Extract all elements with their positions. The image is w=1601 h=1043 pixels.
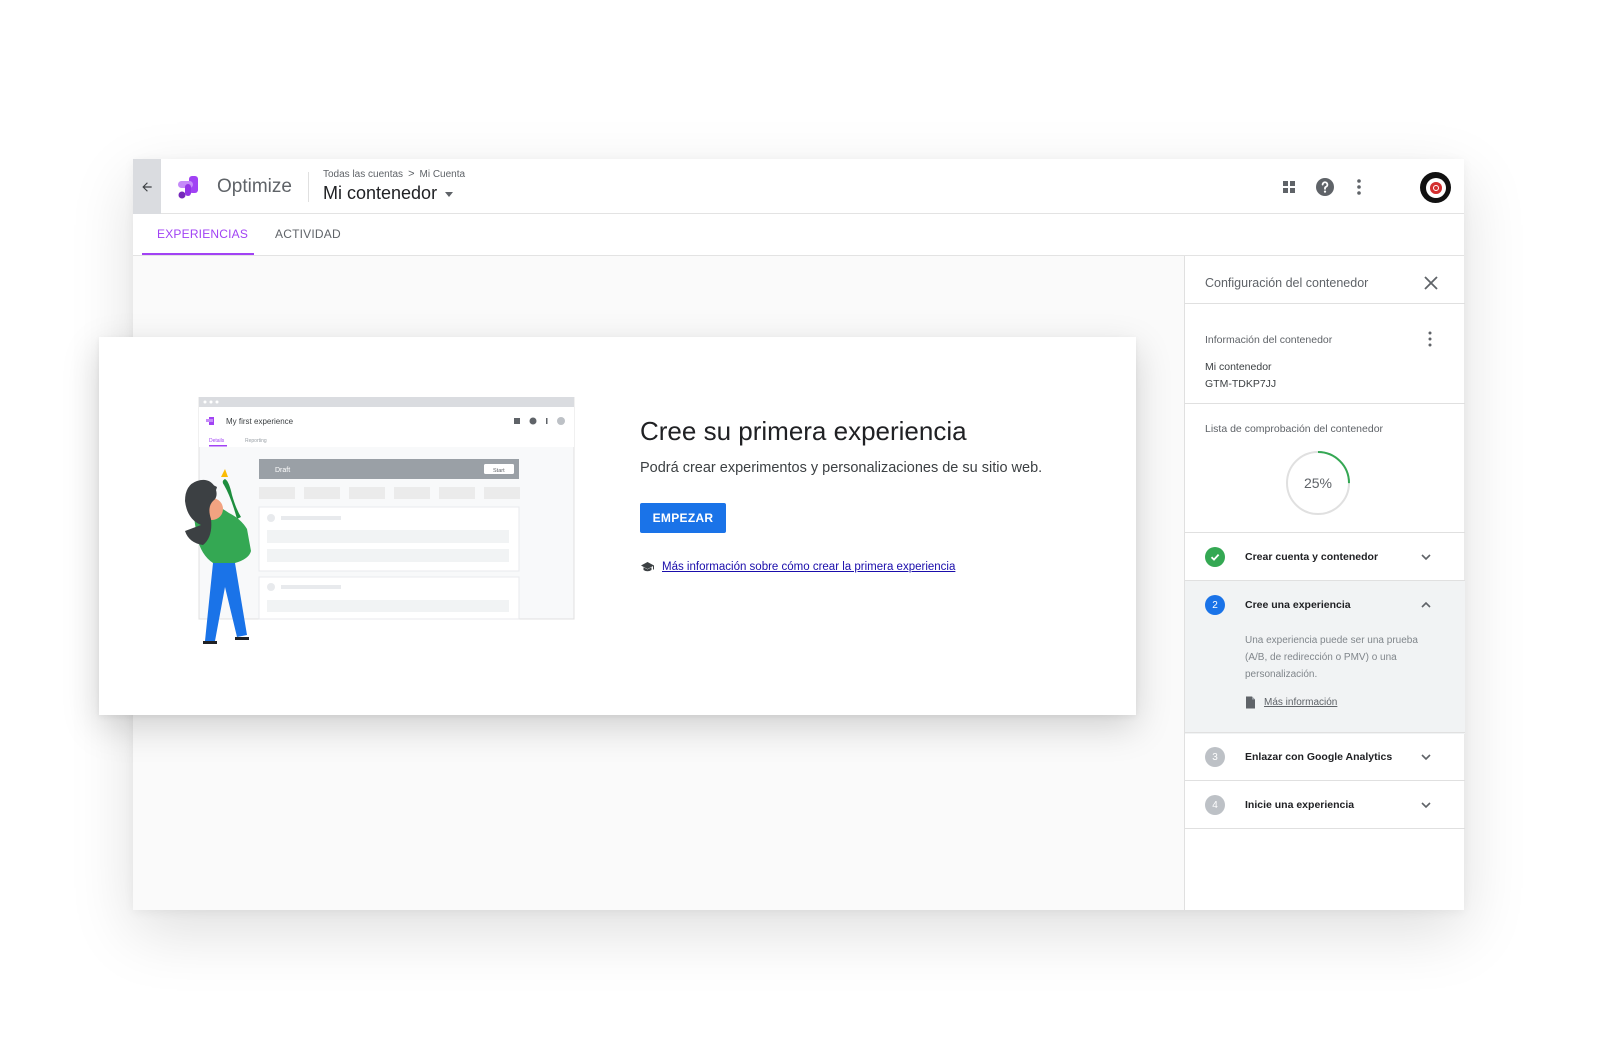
tab-actividad[interactable]: ACTIVIDAD: [275, 227, 341, 241]
step-number-badge: 3: [1205, 747, 1225, 767]
progress-percent: 25%: [1303, 475, 1333, 491]
mock-tab-reporting: Reporting: [245, 438, 267, 444]
apps-grid-icon[interactable]: [1277, 175, 1301, 199]
mock-tab-details: Details: [209, 438, 225, 444]
learn-more-row: Más información sobre cómo crear la prim…: [640, 561, 955, 573]
back-button[interactable]: [133, 159, 161, 214]
app-name: Optimize: [217, 176, 292, 197]
container-title: Mi contenedor: [323, 183, 438, 203]
tab-bar: EXPERIENCIAS ACTIVIDAD: [133, 214, 1464, 256]
empty-state-subtitle: Podrá crear experimentos y personalizaci…: [640, 460, 1043, 476]
container-info-menu-icon[interactable]: [1425, 330, 1435, 348]
step-label: Crear cuenta y contenedor: [1245, 551, 1379, 563]
empty-state-title: Cree su primera experiencia: [640, 416, 967, 446]
first-experience-illustration: My first experience Details Reporting Dr…: [185, 397, 575, 644]
panel-divider: [1185, 403, 1465, 404]
avatar-ring: [1425, 177, 1446, 198]
panel-divider: [1185, 303, 1465, 304]
step-number-badge: 4: [1205, 795, 1225, 815]
close-icon[interactable]: [1421, 273, 1441, 293]
step-label: Cree una experiencia: [1245, 599, 1351, 611]
checklist-step-4[interactable]: 4 Inicie una experiencia: [1185, 781, 1465, 829]
help-icon[interactable]: [1313, 175, 1337, 199]
user-avatar[interactable]: [1420, 172, 1451, 203]
step-number-badge: 2: [1205, 595, 1225, 615]
tab-experiencias[interactable]: EXPERIENCIAS: [157, 227, 248, 241]
header-divider: [308, 172, 309, 202]
check-circle-icon: [1205, 547, 1225, 567]
container-info-name: Mi contenedor: [1205, 361, 1272, 373]
school-icon: [641, 562, 654, 572]
breadcrumb-account[interactable]: Mi Cuenta: [420, 169, 466, 180]
checklist-label: Lista de comprobación del contenedor: [1205, 423, 1384, 435]
panel-title: Configuración del contenedor: [1205, 276, 1369, 290]
mock-start-button: Start: [493, 468, 505, 474]
active-tab-indicator: [142, 253, 254, 255]
container-settings-panel: Configuración del contenedor Información…: [1184, 256, 1465, 910]
optimize-logo-icon: [178, 176, 198, 199]
more-info-link[interactable]: Más información: [1264, 697, 1337, 708]
step-label: Inicie una experiencia: [1245, 799, 1355, 811]
avatar-target-icon: [1429, 181, 1442, 194]
arrow-back-icon: [142, 181, 152, 192]
learn-more-link[interactable]: Más información sobre cómo crear la prim…: [662, 561, 955, 573]
mock-status-draft: Draft: [275, 467, 290, 474]
empty-state-card: My first experience Details Reporting Dr…: [99, 337, 1136, 715]
chevron-up-icon: [1421, 601, 1431, 608]
more-vert-icon[interactable]: [1347, 175, 1371, 199]
step-more-info: Más información: [1245, 696, 1337, 709]
checklist-step-1[interactable]: Crear cuenta y contenedor: [1185, 533, 1465, 581]
panel-divider: [1185, 828, 1465, 829]
container-selector[interactable]: Mi contenedor: [323, 183, 454, 204]
checklist-step-3[interactable]: 3 Enlazar con Google Analytics: [1185, 733, 1465, 781]
mock-window-title: My first experience: [226, 417, 294, 426]
document-icon: [1246, 696, 1255, 709]
container-info-label: Información del contenedor: [1205, 334, 1333, 346]
chevron-down-icon: [1421, 554, 1431, 561]
breadcrumb-all-accounts[interactable]: Todas las cuentas: [323, 169, 403, 180]
start-button[interactable]: EMPEZAR: [640, 503, 726, 533]
breadcrumb: Todas las cuentas > Mi Cuenta: [323, 168, 465, 180]
caret-down-icon: [445, 192, 454, 197]
step-description: Una experiencia puede ser una prueba (A/…: [1245, 635, 1418, 680]
step-label: Enlazar con Google Analytics: [1245, 751, 1393, 763]
breadcrumb-separator: >: [408, 168, 415, 180]
chevron-down-icon: [1421, 754, 1431, 761]
chevron-down-icon: [1421, 802, 1431, 809]
app-header: Optimize Todas las cuentas > Mi Cuenta M…: [133, 159, 1464, 214]
checklist-step-2[interactable]: 2 Cree una experiencia Una experiencia p…: [1185, 581, 1465, 734]
container-info-id: GTM-TDKP7JJ: [1205, 378, 1277, 390]
